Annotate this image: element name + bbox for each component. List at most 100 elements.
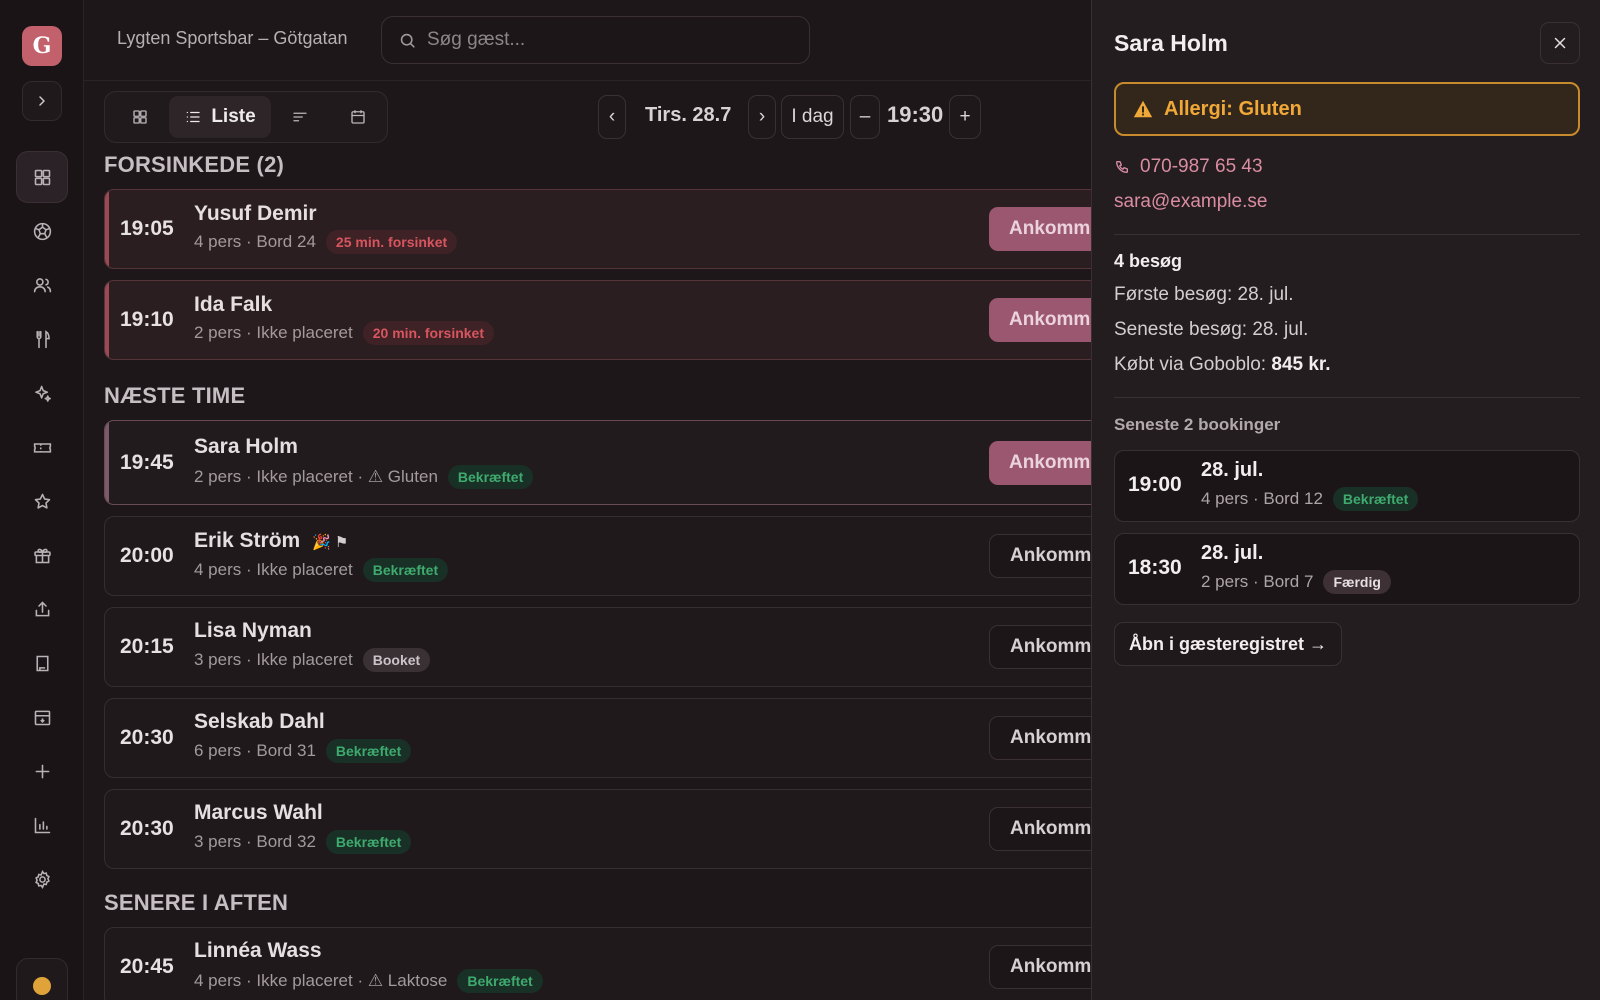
section-title-next-hour: NÆSTE TIME [104, 383, 246, 408]
allergy-alert: Allergi: Gluten [1114, 82, 1580, 136]
guest-name: Yusuf Demir [194, 202, 317, 225]
divider [1114, 234, 1580, 235]
nav-ai[interactable] [16, 367, 68, 419]
allergy-text: Allergi: Gluten [1164, 97, 1302, 120]
reservation-time: 20:30 [120, 817, 174, 840]
booking-meta: 2 pers · Bord 7 Færdig [1201, 570, 1391, 594]
purchases-label: Købt via Goboblo: [1114, 354, 1267, 375]
reservation-card[interactable]: 19:10 Ida Falk 2 pers · Ikke placeret 20… [104, 280, 1204, 360]
nav-reviews[interactable] [16, 475, 68, 527]
section-title-later: SENERE I AFTEN [104, 890, 289, 915]
status-badge: Færdig [1323, 570, 1391, 594]
booking-details: 2 pers · Bord 7 [1201, 572, 1314, 591]
section-title-late: FORSINKEDE (2) [104, 152, 285, 177]
status-badge: Bekræftet [457, 969, 543, 993]
nav-tickets[interactable] [16, 421, 68, 473]
purchases-value: 845 kr. [1271, 354, 1331, 375]
reservation-details: 6 pers · Bord 31 [194, 741, 316, 760]
nav-book[interactable] [16, 637, 68, 689]
gift-icon [33, 548, 51, 563]
reservation-card[interactable]: 20:30 Marcus Wahl 3 pers · Bord 32 Bekræ… [104, 789, 1204, 869]
archive-icon [34, 710, 50, 725]
guest-email[interactable]: sara@example.se [1114, 191, 1267, 213]
nav-archive[interactable] [16, 691, 68, 743]
prev-day-button[interactable]: ‹ [598, 95, 626, 139]
reservation-details: 4 pers · Bord 24 [194, 232, 316, 251]
booking-meta: 4 pers · Bord 12 Bekræftet [1201, 487, 1419, 511]
view-sort-button[interactable] [271, 96, 329, 138]
view-calendar-button[interactable] [329, 96, 387, 138]
plus-icon [35, 764, 49, 778]
reservation-time: 20:30 [120, 726, 174, 749]
guest-name-text: Erik Ström [194, 529, 301, 552]
time-increase-button[interactable]: + [949, 95, 981, 139]
status-badge: Bekræftet [362, 558, 449, 582]
today-button[interactable]: I dag [781, 95, 844, 139]
nav-giftcards[interactable] [16, 529, 68, 581]
status-badge: Bekræftet [325, 739, 412, 763]
ticket-icon [33, 442, 51, 453]
recent-bookings-title: Seneste 2 bookinger [1114, 415, 1281, 434]
share-icon [35, 600, 49, 616]
status-badge: Bekræftet [1332, 487, 1419, 511]
settings-icon [34, 869, 50, 889]
status-badge: Booket [362, 648, 431, 672]
guest-search[interactable] [381, 16, 810, 64]
guest-name: Selskab Dahl [194, 710, 325, 733]
purchases: Købt via Goboblo: 845 kr. [1114, 354, 1331, 376]
sort-icon [293, 112, 307, 122]
grid-icon [34, 169, 50, 185]
view-grid-button[interactable] [111, 96, 169, 138]
nav-menu[interactable] [16, 313, 68, 365]
nav-overview[interactable] [16, 151, 68, 203]
nav-sports[interactable] [16, 205, 68, 257]
nav-export[interactable] [16, 583, 68, 635]
reservation-details: 3 pers · Ikke placeret [194, 650, 353, 669]
nav-add[interactable] [16, 745, 68, 797]
theme-toggle-button[interactable] [16, 958, 68, 1000]
view-list-button[interactable]: Liste [169, 96, 271, 138]
guest-name: Linnéa Wass [194, 939, 322, 962]
booking-history-item[interactable]: 18:30 28. jul. 2 pers · Bord 7 Færdig [1114, 533, 1580, 605]
grid-icon [133, 110, 147, 124]
reservation-card[interactable]: 20:30 Selskab Dahl 6 pers · Bord 31 Bekr… [104, 698, 1204, 778]
time-decrease-button[interactable]: – [850, 95, 880, 139]
reservation-meta: 2 pers · Ikke placeret 20 min. forsinket [194, 321, 495, 345]
close-drawer-button[interactable] [1540, 22, 1580, 64]
reservation-meta: 4 pers · Ikke placeret · ⚠ Laktose Bekræ… [194, 969, 543, 993]
nav-stats[interactable] [16, 799, 68, 851]
reservation-card[interactable]: 19:05 Yusuf Demir 4 pers · Bord 24 25 mi… [104, 189, 1204, 269]
booking-history-item[interactable]: 19:00 28. jul. 4 pers · Bord 12 Bekræfte… [1114, 450, 1580, 522]
nav-guests[interactable] [16, 259, 68, 311]
close-icon [1554, 37, 1566, 49]
book-icon [35, 655, 49, 671]
reservation-time: 19:10 [120, 308, 174, 331]
reservation-time: 20:00 [120, 544, 174, 567]
reservation-card[interactable]: 20:00 Erik Ström 🎉 ⚑ 4 pers · Ikke place… [104, 516, 1204, 596]
search-input[interactable] [427, 29, 787, 51]
booking-time: 19:00 [1128, 473, 1182, 496]
reservation-card[interactable]: 20:15 Lisa Nyman 3 pers · Ikke placeret … [104, 607, 1204, 687]
reservation-card[interactable]: 19:45 Sara Holm 2 pers · Ikke placeret ·… [104, 420, 1204, 505]
calendar-icon [351, 110, 365, 124]
status-badge: Bekræftet [447, 465, 534, 489]
next-day-button[interactable]: › [748, 95, 776, 139]
guest-phone[interactable]: 070-987 65 43 [1114, 156, 1263, 178]
venue-name: Lygten Sportsbar – Götgatan [117, 28, 348, 48]
reservation-time: 19:45 [120, 451, 174, 474]
reservation-card[interactable]: 20:45 Linnéa Wass 4 pers · Ikke placeret… [104, 927, 1204, 1000]
list-icon [187, 111, 200, 123]
reservation-meta: 2 pers · Ikke placeret · ⚠ Gluten Bekræf… [194, 465, 534, 489]
open-guest-registry-button[interactable]: Åbn i gæsteregistret → [1114, 622, 1342, 666]
venue-logo[interactable]: G [22, 26, 62, 66]
expand-sidebar-button[interactable] [22, 81, 62, 121]
reservation-details: 3 pers · Bord 32 [194, 832, 316, 851]
soccer-ball-icon [33, 222, 51, 240]
cutlery-icon [35, 329, 50, 348]
nav-settings[interactable] [16, 853, 68, 905]
guest-name: Erik Ström 🎉 ⚑ [194, 529, 348, 553]
users-icon [33, 277, 51, 292]
reservation-meta: 3 pers · Bord 32 Bekræftet [194, 830, 412, 854]
sidebar-rail: G [0, 0, 84, 1000]
phone-icon [1116, 161, 1128, 173]
